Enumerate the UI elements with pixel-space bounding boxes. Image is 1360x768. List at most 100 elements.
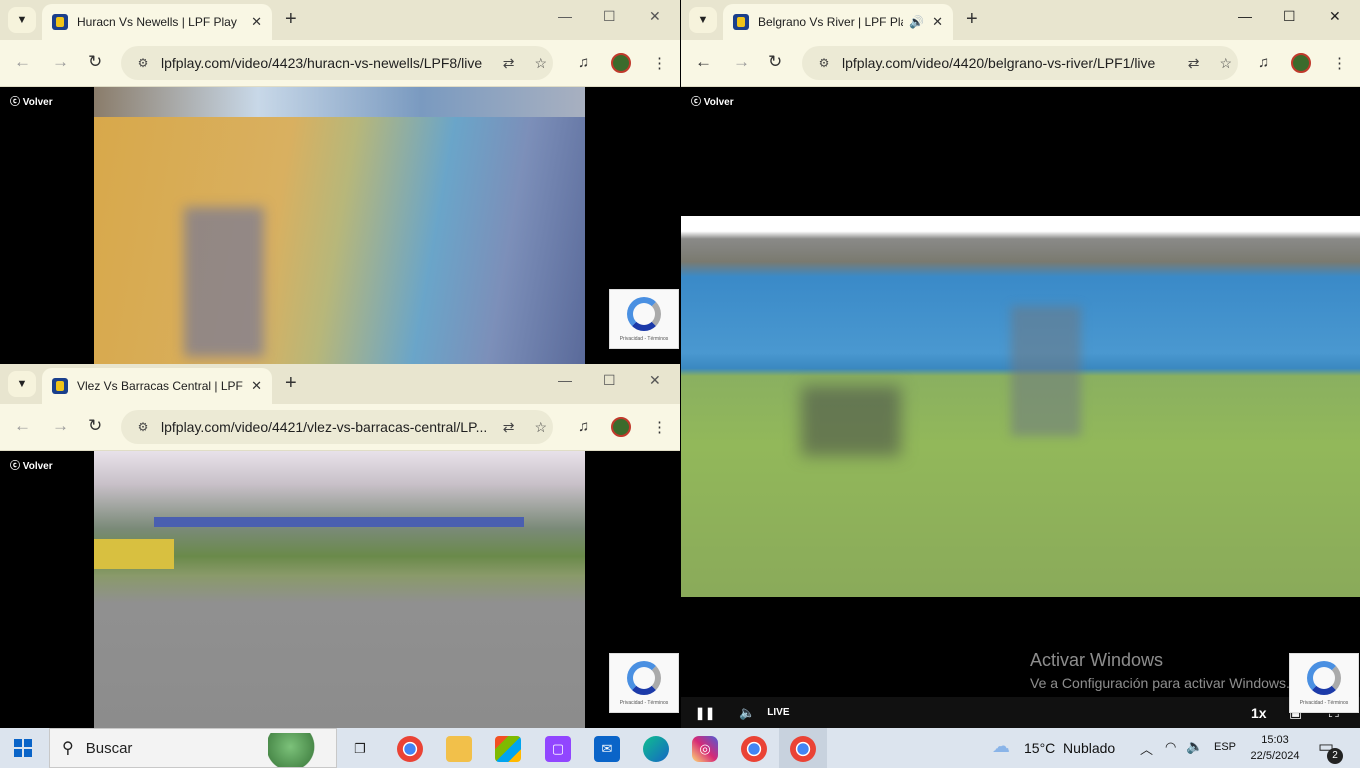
close-window-button[interactable]: ✕ — [1329, 8, 1341, 25]
tab-title: Huracn Vs Newells | LPF Play — [77, 15, 237, 29]
menu-kebab-icon[interactable]: ⋮ — [1332, 54, 1347, 72]
cloud-weather-icon[interactable]: ☁ — [992, 736, 1010, 757]
new-tab-button[interactable]: + — [285, 8, 297, 30]
minimize-button[interactable]: — — [558, 372, 572, 388]
live-badge: LIVE — [767, 707, 790, 718]
site-settings-icon[interactable]: ⚙ — [135, 420, 151, 434]
volver-link[interactable]: ⓒ Volver — [10, 457, 53, 472]
forward-arrow-icon[interactable]: → — [52, 416, 69, 436]
tab-huracan[interactable]: Huracn Vs Newells | LPF Play ✕ — [42, 4, 272, 40]
close-tab-icon[interactable]: ✕ — [251, 14, 262, 30]
bookmark-star-icon[interactable]: ☆ — [534, 55, 547, 72]
back-arrow-icon[interactable]: ← — [14, 52, 31, 72]
tab-velez[interactable]: Vlez Vs Barracas Central | LPF Pl ✕ — [42, 368, 272, 404]
url-text[interactable]: lpfplay.com/video/4421/vlez-vs-barracas-… — [161, 419, 489, 435]
profile-avatar[interactable] — [611, 417, 631, 437]
tab-title: Belgrano Vs River | LPF Play — [758, 15, 904, 29]
volume-icon[interactable]: 🔈 — [739, 705, 755, 721]
back-arrow-icon[interactable]: ← — [695, 52, 712, 72]
tab-search-button[interactable]: ▼ — [8, 7, 36, 33]
weather-text[interactable]: 15°C Nublado — [1024, 740, 1115, 756]
maximize-button[interactable]: ☐ — [1283, 8, 1296, 25]
page-content: ⓒ Volver Privacidad - Términos — [0, 451, 680, 728]
media-control-icon[interactable]: ♫ — [578, 418, 589, 435]
maximize-button[interactable]: ☐ — [603, 372, 616, 389]
speaker-icon[interactable]: 🔈 — [1186, 738, 1203, 755]
volver-link[interactable]: ⓒ Volver — [691, 93, 734, 108]
new-tab-button[interactable]: + — [285, 372, 297, 394]
recaptcha-logo-icon — [1307, 660, 1341, 695]
volver-label: Volver — [22, 97, 53, 108]
forward-arrow-icon[interactable]: → — [733, 52, 750, 72]
wifi-icon[interactable]: ◠ — [1165, 739, 1176, 755]
video-frame-crowd — [801, 386, 901, 456]
profile-avatar[interactable] — [1291, 53, 1311, 73]
volver-label: Volver — [22, 461, 53, 472]
start-pane — [14, 739, 22, 747]
video-player[interactable] — [94, 87, 585, 364]
recaptcha-badge[interactable]: Privacidad - Términos — [1289, 653, 1359, 713]
start-button-icon[interactable] — [14, 739, 32, 757]
instagram-icon[interactable]: ◎ — [692, 736, 718, 762]
browser-toolbar: ← → ↻ ⚙ lpfplay.com/video/4421/vlez-vs-b… — [0, 404, 680, 451]
address-bar[interactable]: ⚙ lpfplay.com/video/4423/huracn-vs-newel… — [121, 46, 553, 80]
language-indicator[interactable]: ESP — [1214, 741, 1236, 753]
close-window-button[interactable]: ✕ — [649, 8, 661, 25]
bookmark-star-icon[interactable]: ☆ — [534, 419, 547, 436]
address-bar[interactable]: ⚙ lpfplay.com/video/4420/belgrano-vs-riv… — [802, 46, 1238, 80]
mail-icon[interactable]: ✉ — [594, 736, 620, 762]
site-settings-icon[interactable]: ⚙ — [135, 56, 151, 70]
minimize-button[interactable]: — — [558, 8, 572, 24]
video-player[interactable] — [681, 216, 1360, 597]
recaptcha-badge[interactable]: Privacidad - Términos — [609, 653, 679, 713]
menu-kebab-icon[interactable]: ⋮ — [652, 54, 667, 72]
media-control-icon[interactable]: ♫ — [1258, 54, 1269, 71]
volver-link[interactable]: ⓒ Volver — [10, 93, 53, 108]
menu-kebab-icon[interactable]: ⋮ — [652, 418, 667, 436]
activation-title: Activar Windows — [1030, 650, 1164, 670]
media-control-icon[interactable]: ♫ — [578, 54, 589, 71]
translate-icon[interactable]: ⇄ — [503, 55, 515, 72]
maximize-button[interactable]: ☐ — [603, 8, 616, 25]
playback-speed-button[interactable]: 1x — [1251, 705, 1267, 721]
file-explorer-icon[interactable] — [446, 736, 472, 762]
bookmark-star-icon[interactable]: ☆ — [1219, 55, 1232, 72]
tab-search-button[interactable]: ▼ — [689, 7, 717, 33]
reload-icon[interactable]: ↻ — [88, 52, 102, 72]
close-window-button[interactable]: ✕ — [649, 372, 661, 389]
microsoft-store-icon[interactable] — [495, 736, 521, 762]
back-arrow-icon[interactable]: ← — [14, 416, 31, 436]
close-tab-icon[interactable]: ✕ — [251, 378, 262, 394]
search-highlight-tree-icon — [268, 733, 324, 767]
forward-arrow-icon[interactable]: → — [52, 52, 69, 72]
site-settings-icon[interactable]: ⚙ — [816, 56, 832, 70]
address-bar[interactable]: ⚙ lpfplay.com/video/4421/vlez-vs-barraca… — [121, 410, 553, 444]
chrome-icon[interactable] — [397, 736, 423, 762]
tab-search-button[interactable]: ▼ — [8, 371, 36, 397]
reload-icon[interactable]: ↻ — [88, 416, 102, 436]
clock[interactable]: 15:03 22/5/2024 — [1244, 732, 1306, 764]
video-player[interactable] — [94, 451, 585, 728]
minimize-button[interactable]: — — [1238, 8, 1252, 24]
tab-belgrano[interactable]: Belgrano Vs River | LPF Play 🔊 ✕ — [723, 4, 953, 40]
pause-icon[interactable]: ❚❚ — [695, 706, 715, 720]
translate-icon[interactable]: ⇄ — [1188, 55, 1200, 72]
edge-icon[interactable] — [643, 736, 669, 762]
new-tab-button[interactable]: + — [966, 8, 978, 30]
close-tab-icon[interactable]: ✕ — [932, 14, 943, 30]
profile-avatar[interactable] — [611, 53, 631, 73]
recaptcha-badge[interactable]: Privacidad - Términos — [609, 289, 679, 349]
translate-icon[interactable]: ⇄ — [503, 419, 515, 436]
tab-audio-icon[interactable]: 🔊 — [909, 15, 924, 29]
taskbar-search-box[interactable]: ⚲ Buscar — [49, 728, 337, 768]
chrome-active-icon[interactable] — [790, 736, 816, 762]
video-frame-shadow — [184, 207, 264, 357]
show-hidden-icons-chevron-up-icon[interactable]: ︿ — [1140, 739, 1153, 758]
reload-icon[interactable]: ↻ — [768, 52, 782, 72]
task-view-icon[interactable]: ❐ — [347, 736, 373, 762]
twitch-icon[interactable]: ▢ — [545, 736, 571, 762]
url-text[interactable]: lpfplay.com/video/4420/belgrano-vs-river… — [842, 55, 1174, 71]
browser-toolbar: ← → ↻ ⚙ lpfplay.com/video/4423/huracn-vs… — [0, 40, 680, 87]
chrome-profile-icon[interactable] — [741, 736, 767, 762]
url-text[interactable]: lpfplay.com/video/4423/huracn-vs-newells… — [161, 55, 489, 71]
